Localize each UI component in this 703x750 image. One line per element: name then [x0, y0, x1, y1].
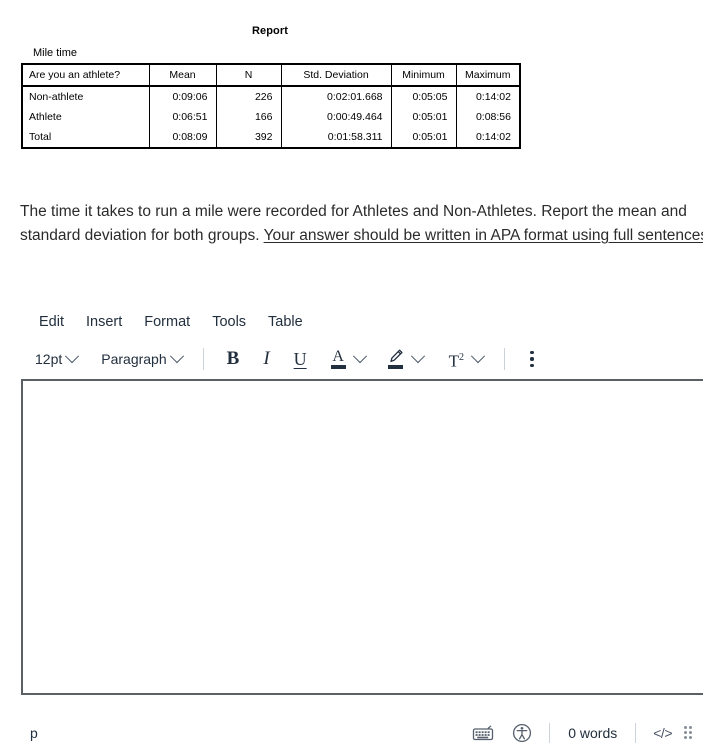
chevron-down-icon [410, 349, 425, 364]
table-caption: Mile time [33, 47, 78, 59]
table-row: Total 0:08:09 392 0:01:58.311 0:05:01 0:… [22, 127, 520, 148]
cell-min: 0:05:05 [390, 86, 457, 107]
resize-handle[interactable] [681, 722, 697, 743]
cell-max: 0:14:02 [455, 127, 520, 148]
italic-button[interactable]: I [256, 345, 276, 373]
table-row: Athlete 0:06:51 166 0:00:49.464 0:05:01 … [22, 107, 520, 127]
editor-toolbar: 12pt Paragraph B I U A T2 [0, 339, 703, 379]
source-code-button[interactable]: </> [644, 720, 681, 746]
kebab-dot [530, 350, 534, 355]
more-toolbar-items-button[interactable] [519, 345, 545, 373]
cell-min: 0:05:01 [390, 107, 457, 127]
text-color-icon: A [330, 348, 346, 369]
menu-table[interactable]: Table [257, 309, 314, 335]
source-code-icon: </> [653, 724, 672, 741]
chevron-down-icon [352, 349, 367, 364]
cell-max: 0:14:02 [455, 86, 520, 107]
text-color-button[interactable]: A [324, 345, 372, 373]
word-count[interactable]: 0 words [558, 724, 627, 742]
chevron-down-icon [65, 349, 80, 364]
row-label: Athlete [22, 107, 150, 127]
grip-dot [684, 726, 687, 729]
grip-dot [689, 736, 692, 739]
report-title: Report [251, 25, 289, 37]
block-format-select[interactable]: Paragraph [94, 345, 188, 373]
superscript-formats-button[interactable]: T2 [442, 345, 490, 373]
column-header-n: N [215, 64, 282, 87]
row-label: Non-athlete [22, 86, 150, 107]
underline-icon: U [293, 348, 307, 369]
statusbar-divider [635, 722, 637, 743]
highlighter-pen-icon [387, 349, 404, 369]
statusbar-right-group: 0 words </> [463, 720, 703, 746]
editor-content-area[interactable] [21, 379, 703, 695]
table-row: Non-athlete 0:09:06 226 0:02:01.668 0:05… [22, 86, 520, 107]
pen-glyph [390, 349, 403, 363]
statusbar-divider [549, 722, 551, 743]
font-size-select[interactable]: 12pt [28, 345, 84, 373]
text-color-letter: A [332, 348, 344, 365]
spss-output-block: Report Mile time Are you an athlete? Mea… [0, 0, 703, 149]
cell-mean: 0:09:06 [148, 86, 217, 107]
menu-insert[interactable]: Insert [75, 309, 133, 335]
chevron-down-icon [470, 349, 486, 364]
grip-dot [689, 731, 692, 734]
toolbar-divider [504, 348, 506, 370]
accessibility-check-button[interactable] [503, 720, 541, 746]
accessibility-icon [513, 723, 532, 742]
grip-dot [684, 736, 687, 739]
highlight-color-button[interactable] [380, 345, 430, 373]
cell-max: 0:08:56 [455, 107, 520, 127]
italic-icon: I [263, 348, 270, 369]
superscript-base: T [448, 351, 460, 371]
chevron-down-icon [169, 349, 184, 364]
column-header-stddev: Std. Deviation [280, 64, 392, 87]
grip-dot [689, 726, 692, 729]
rich-text-editor: Edit Insert Format Tools Table 12pt Para… [0, 305, 703, 695]
menu-format[interactable]: Format [133, 309, 201, 335]
kebab-menu-icon [526, 349, 538, 370]
font-size-value: 12pt [35, 351, 63, 367]
bold-icon: B [226, 348, 240, 369]
cell-n: 166 [215, 107, 282, 127]
editor-statusbar: p 0 words </> [0, 715, 703, 750]
menu-tools[interactable]: Tools [201, 309, 257, 335]
bold-button[interactable]: B [220, 345, 247, 373]
row-label: Total [22, 127, 150, 148]
menu-edit[interactable]: Edit [28, 309, 75, 335]
underline-button[interactable]: U [287, 345, 314, 373]
superscript-exponent: 2 [459, 351, 465, 363]
cell-min: 0:05:01 [390, 127, 457, 148]
toolbar-divider [202, 348, 204, 370]
cell-n: 226 [215, 86, 282, 107]
cell-n: 392 [215, 127, 282, 148]
highlight-color-swatch [387, 365, 403, 369]
block-format-value: Paragraph [101, 351, 167, 367]
question-prompt: The time it takes to run a mile were rec… [20, 200, 703, 248]
cell-stddev: 0:01:58.311 [280, 127, 392, 148]
editor-menubar: Edit Insert Format Tools Table [0, 305, 703, 339]
element-path[interactable]: p [30, 724, 38, 742]
cell-stddev: 0:02:01.668 [280, 86, 392, 107]
column-header-min: Minimum [390, 64, 457, 87]
cell-mean: 0:08:09 [148, 127, 217, 148]
kebab-dot [530, 357, 534, 361]
kebab-dot [530, 363, 534, 368]
cell-mean: 0:06:51 [148, 107, 217, 127]
column-header-mean: Mean [148, 64, 217, 87]
column-header-max: Maximum [455, 64, 520, 87]
text-color-swatch [330, 365, 346, 369]
cell-stddev: 0:00:49.464 [280, 107, 392, 127]
column-header-group: Are you an athlete? [22, 64, 150, 87]
keyboard-shortcuts-button[interactable] [463, 720, 503, 746]
keyboard-icon [473, 724, 494, 740]
superscript-icon: T2 [449, 349, 464, 370]
prompt-underlined-text: Your answer should be written in APA for… [263, 227, 703, 244]
statistics-table: Are you an athlete? Mean N Std. Deviatio… [21, 63, 521, 149]
table-header-row: Are you an athlete? Mean N Std. Deviatio… [22, 64, 520, 87]
grip-dot [684, 731, 687, 734]
